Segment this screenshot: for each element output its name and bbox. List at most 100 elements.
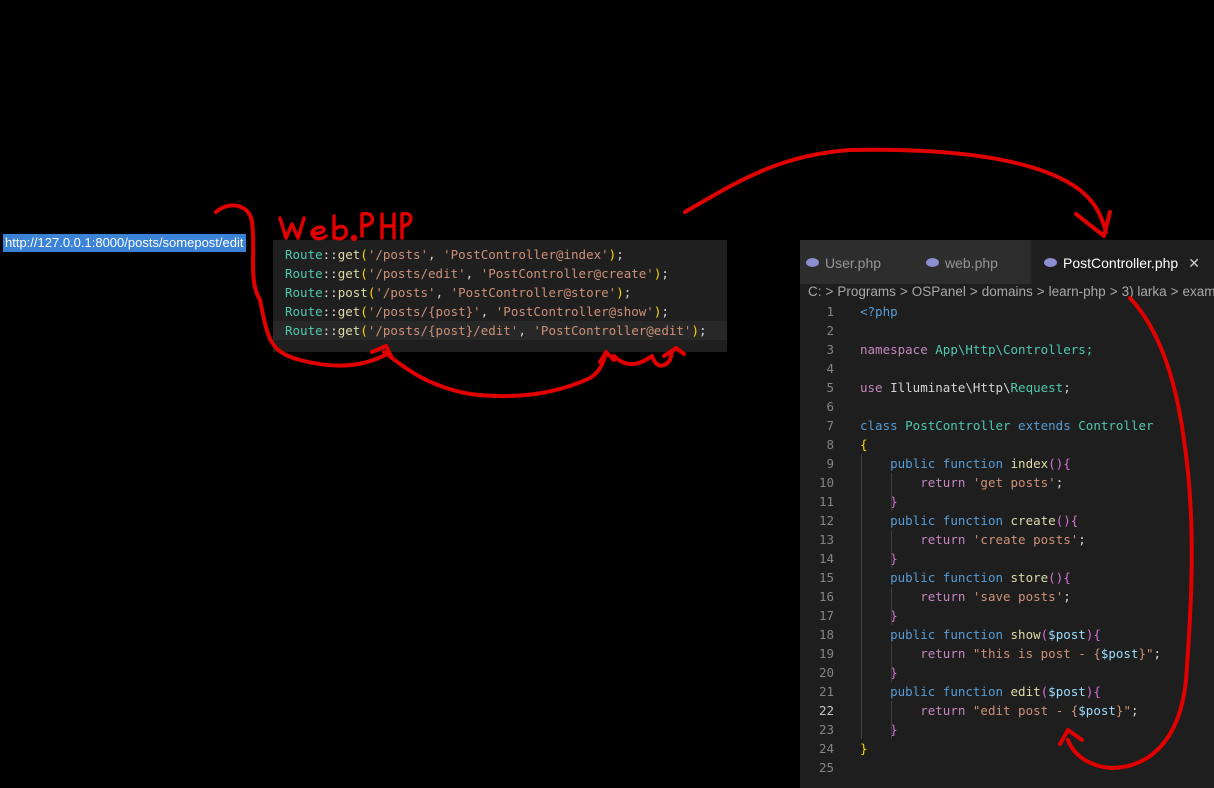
code-editor[interactable]: User.php web.php PostController.php ✕ C: >… <box>800 240 1214 788</box>
tab-user-php[interactable]: User.php <box>800 240 914 284</box>
code-token: }" <box>1138 646 1154 661</box>
line-number: 1 <box>826 304 834 319</box>
code-token: index <box>1010 456 1049 471</box>
code-token: "edit post <box>972 703 1049 718</box>
code-token: edit <box>1010 684 1041 699</box>
code-line: } <box>860 739 868 758</box>
line-number: 19 <box>818 646 834 661</box>
code-line: public function edit($post){ <box>860 682 1101 701</box>
code-token: show <box>1010 627 1041 642</box>
code-line: public function index(){ <box>860 454 1071 473</box>
php-file-icon <box>1044 258 1057 267</box>
code-token: 'save posts' <box>972 589 1064 604</box>
annotation-curve-routes <box>382 350 616 398</box>
line-number: 2 <box>826 323 834 338</box>
route-class: Route <box>285 285 323 300</box>
annotation-arc <box>683 147 1108 234</box>
breadcrumb: C: > Programs > OSPanel > domains > learn-php >3)… <box>808 282 1214 302</box>
breadcrumb-item: 3) larka <box>1121 284 1167 299</box>
code-token: }" <box>1115 703 1131 718</box>
annotation-arrowhead-editor <box>1074 210 1112 238</box>
code-token: return <box>920 703 973 718</box>
line-number: 7 <box>826 418 834 433</box>
route-line: Route::get('/posts/{post}/edit', 'PostCo… <box>273 321 727 340</box>
bracket: ) <box>691 323 699 338</box>
line-number: 9 <box>826 456 834 471</box>
code-token: Controller <box>1078 418 1154 433</box>
route-class: Route <box>285 266 323 281</box>
close-icon[interactable]: ✕ <box>1188 240 1200 286</box>
tab-web-php[interactable]: web.php <box>914 240 1030 284</box>
tab-label: User.php <box>825 255 882 271</box>
indent-guide <box>891 530 892 568</box>
breadcrumb-item: domains <box>981 284 1033 299</box>
code-token: (){ <box>1055 513 1079 528</box>
code-token: } <box>860 741 868 756</box>
breadcrumb-separator: > <box>825 284 834 299</box>
route-sep: :: <box>322 285 338 300</box>
code-token: ){ <box>1085 684 1101 699</box>
route-sep: :: <box>322 247 338 262</box>
code-token: ; <box>1063 589 1071 604</box>
line-number: 22 <box>818 703 834 718</box>
route-class: Route <box>285 247 323 262</box>
code-token: return <box>920 532 973 547</box>
route-class: Route <box>285 304 323 319</box>
route-path: '/posts/{post}' <box>367 304 481 319</box>
line-number: 13 <box>818 532 834 547</box>
route-action: 'PostController@index' <box>443 247 609 262</box>
code-line: public function show($post){ <box>860 625 1101 644</box>
code-token: 'create posts' <box>972 532 1079 547</box>
bracket: ( <box>360 266 368 281</box>
code-line: public function store(){ <box>860 568 1071 587</box>
code-token: function <box>942 570 1011 585</box>
code-token: function <box>942 627 1011 642</box>
code-token: $post <box>1100 646 1139 661</box>
route-sep: :: <box>322 266 338 281</box>
semicolon: ; <box>661 266 669 281</box>
code-line: return 'create posts'; <box>860 530 1086 549</box>
code-token: (){ <box>1048 570 1071 585</box>
code-line: return "this is post - {$post}"; <box>860 644 1161 663</box>
code-token: ; <box>1055 475 1064 490</box>
breadcrumb-item: example <box>1182 284 1214 299</box>
route-class: Route <box>285 323 323 338</box>
bracket: ) <box>616 285 624 300</box>
line-number: 21 <box>818 684 834 699</box>
code-token: class <box>860 418 906 433</box>
indent-guide <box>891 473 892 511</box>
code-token: return <box>920 646 973 661</box>
url-address-selected[interactable]: http://127.0.0.1:8000/posts/somepost/edi… <box>3 234 246 252</box>
code-token: 'get posts' <box>972 475 1056 490</box>
comma: , <box>518 323 534 338</box>
route-line: Route::get('/posts', 'PostController@ind… <box>285 245 624 264</box>
route-line: Route::post('/posts', 'PostController@st… <box>285 283 631 302</box>
code-token: (){ <box>1048 456 1071 471</box>
code-token: $post <box>1048 627 1086 642</box>
php-file-icon <box>806 258 819 267</box>
annotation-web-php-label <box>278 211 413 242</box>
line-number: 12 <box>818 513 834 528</box>
code-line: namespace App\Http\Controllers; <box>860 340 1093 359</box>
route-line: Route::get('/posts/{post}', 'PostControl… <box>285 302 669 321</box>
code-token: function <box>942 513 1011 528</box>
line-number: 3 <box>826 342 834 357</box>
code-line: use Illuminate\Http\Request; <box>860 378 1071 397</box>
tab-label: PostController.php <box>1063 255 1179 271</box>
code-token: function <box>942 456 1011 471</box>
breadcrumb-item: learn-php <box>1048 284 1106 299</box>
code-token: { <box>860 437 868 452</box>
route-method: get <box>337 323 361 338</box>
indent-guide <box>891 701 892 739</box>
route-method: get <box>337 247 361 262</box>
route-path: '/posts/{post}/edit' <box>367 323 519 338</box>
comma: , <box>465 266 481 281</box>
bracket: ( <box>360 304 368 319</box>
line-number: 18 <box>818 627 834 642</box>
tab-postcontroller-php[interactable]: PostController.php ✕ <box>1032 240 1214 284</box>
route-line: Route::get('/posts/edit', 'PostControlle… <box>285 264 669 283</box>
code-token: ; <box>1063 380 1071 395</box>
